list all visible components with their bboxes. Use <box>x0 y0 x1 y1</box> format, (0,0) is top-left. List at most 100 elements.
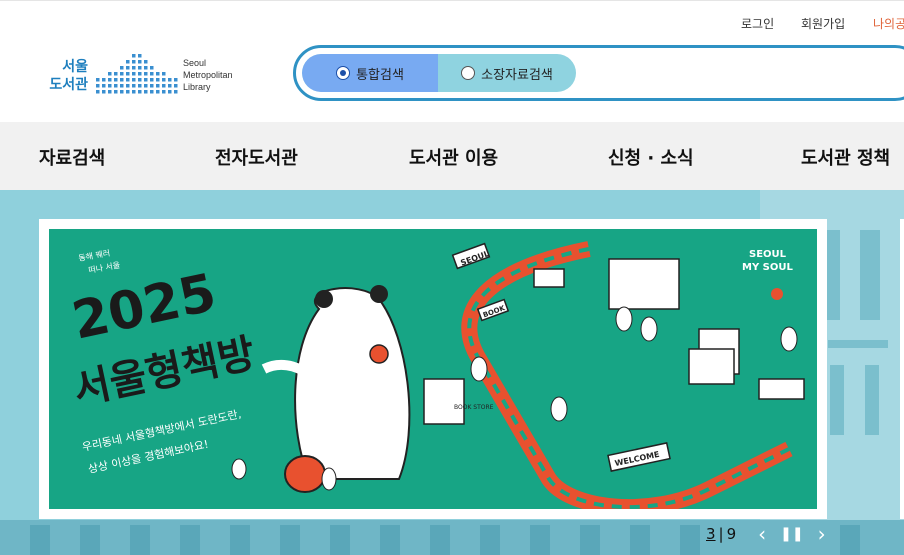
slider-controls: 3 | 9 ‹ ❚❚ › <box>706 522 826 546</box>
logo-dot <box>138 60 142 64</box>
utility-bar: 로그인 회원가입 나의공 <box>0 0 904 44</box>
logo-dot <box>120 78 124 82</box>
logo-dot <box>132 90 136 94</box>
logo-dot <box>150 66 154 70</box>
logo-dot <box>174 84 178 88</box>
prev-slide-icon[interactable]: ‹ <box>758 522 766 546</box>
logo-dot <box>132 72 136 76</box>
logo-dot <box>114 72 118 76</box>
search-option-label: 소장자료검색 <box>481 67 553 83</box>
logo-korean-line2: 도서관 <box>49 77 88 93</box>
login-link[interactable]: 로그인 <box>741 15 774 32</box>
logo-korean-line1: 서울 <box>62 59 88 75</box>
logo-dot <box>150 84 154 88</box>
logo-dot <box>126 78 130 82</box>
logo-dot <box>156 72 160 76</box>
slide-total-number: 9 <box>726 525 737 543</box>
logo-dot <box>144 90 148 94</box>
logo-dot <box>108 84 112 88</box>
next-slide-edge <box>900 219 904 519</box>
pause-slide-icon[interactable]: ❚❚ <box>780 526 803 542</box>
logo-dot <box>150 78 154 82</box>
logo-dot <box>144 72 148 76</box>
logo-dot <box>162 72 166 76</box>
logo-dot <box>174 90 178 94</box>
logo-dot <box>96 90 100 94</box>
banner-slide[interactable]: SEOUL BOOK WELCOME BOOK STORE 동해 꿰러 떠나 서… <box>39 219 827 519</box>
logo-dot <box>156 84 160 88</box>
logo-dot <box>120 90 124 94</box>
logo-dot <box>138 66 142 70</box>
logo-dot <box>168 84 172 88</box>
logo-dot <box>126 66 130 70</box>
seoul-bookstore-illustration-icon: SEOUL BOOK WELCOME BOOK STORE 동해 꿰러 떠나 서… <box>49 229 817 509</box>
slide-current-number[interactable]: 3 <box>706 525 716 543</box>
logo-dot <box>132 60 136 64</box>
logo-dot <box>174 78 178 82</box>
search-box: 통합검색 소장자료검색 <box>293 45 904 101</box>
search-option-integrated[interactable]: 통합검색 <box>302 54 438 92</box>
logo-dot <box>102 78 106 82</box>
logo-dot <box>144 78 148 82</box>
nav-item-digital-library[interactable]: 전자도서관 <box>215 144 298 170</box>
logo-dot <box>168 90 172 94</box>
logo-dot <box>96 78 100 82</box>
main-navigation: 자료검색 전자도서관 도서관 이용 신청 · 소식 도서관 정책 <box>0 122 904 190</box>
my-library-link[interactable]: 나의공 <box>873 15 904 32</box>
banner-artwork: SEOUL BOOK WELCOME BOOK STORE 동해 꿰러 떠나 서… <box>49 229 817 509</box>
nav-item-resource-search[interactable]: 자료검색 <box>39 144 105 170</box>
slide-separator: | <box>718 525 724 543</box>
nav-item-library-use[interactable]: 도서관 이용 <box>409 144 498 170</box>
logo-dot <box>138 84 142 88</box>
library-building-logo-icon <box>96 54 178 94</box>
logo-dot <box>144 84 148 88</box>
logo-dot <box>162 90 166 94</box>
logo-dot <box>102 90 106 94</box>
logo-dot <box>162 78 166 82</box>
logo-dot <box>168 78 172 82</box>
site-logo[interactable]: 서울 도서관 Seoul Metropolitan Library <box>48 44 248 94</box>
logo-english-line2: Metropolitan <box>183 70 233 80</box>
search-scope-toggle: 통합검색 소장자료검색 <box>302 54 576 92</box>
search-option-label: 통합검색 <box>356 67 404 83</box>
logo-dot <box>120 66 124 70</box>
logo-dot <box>126 84 130 88</box>
svg-text:MY SOUL: MY SOUL <box>742 262 793 273</box>
logo-dot <box>144 60 148 64</box>
radio-unselected-icon[interactable] <box>461 66 476 80</box>
search-option-holdings[interactable]: 소장자료검색 <box>438 54 576 92</box>
logo-korean-name: 서울 도서관 <box>48 58 88 94</box>
logo-english-name: Seoul Metropolitan Library <box>183 57 233 93</box>
logo-dot <box>132 84 136 88</box>
logo-dot <box>156 78 160 82</box>
logo-dot <box>114 90 118 94</box>
logo-dot <box>132 66 136 70</box>
join-link[interactable]: 회원가입 <box>801 15 845 32</box>
nav-item-library-policy[interactable]: 도서관 정책 <box>801 144 890 170</box>
logo-dot <box>150 90 154 94</box>
logo-dot <box>156 90 160 94</box>
logo-dot <box>120 72 124 76</box>
logo-dot <box>108 72 112 76</box>
logo-dot <box>138 78 142 82</box>
logo-dot <box>162 84 166 88</box>
logo-dot <box>144 66 148 70</box>
logo-dot <box>132 78 136 82</box>
logo-dot <box>138 90 142 94</box>
next-slide-icon[interactable]: › <box>818 522 826 546</box>
logo-english-line3: Library <box>183 82 211 92</box>
nav-item-apply-news[interactable]: 신청 · 소식 <box>608 144 694 170</box>
radio-selected-icon[interactable] <box>336 66 351 80</box>
logo-dot <box>150 72 154 76</box>
svg-text:SEOUL: SEOUL <box>749 249 787 260</box>
logo-dot <box>126 90 130 94</box>
logo-dot <box>96 84 100 88</box>
logo-dot <box>114 84 118 88</box>
svg-text:BOOK STORE: BOOK STORE <box>454 404 494 411</box>
logo-dot <box>126 60 130 64</box>
logo-dot <box>138 72 142 76</box>
page: 로그인 회원가입 나의공 서울 도서관 Seoul Metropolitan L… <box>0 0 904 555</box>
logo-dot <box>120 84 124 88</box>
logo-english-line1: Seoul <box>183 58 207 68</box>
logo-dot <box>108 78 112 82</box>
